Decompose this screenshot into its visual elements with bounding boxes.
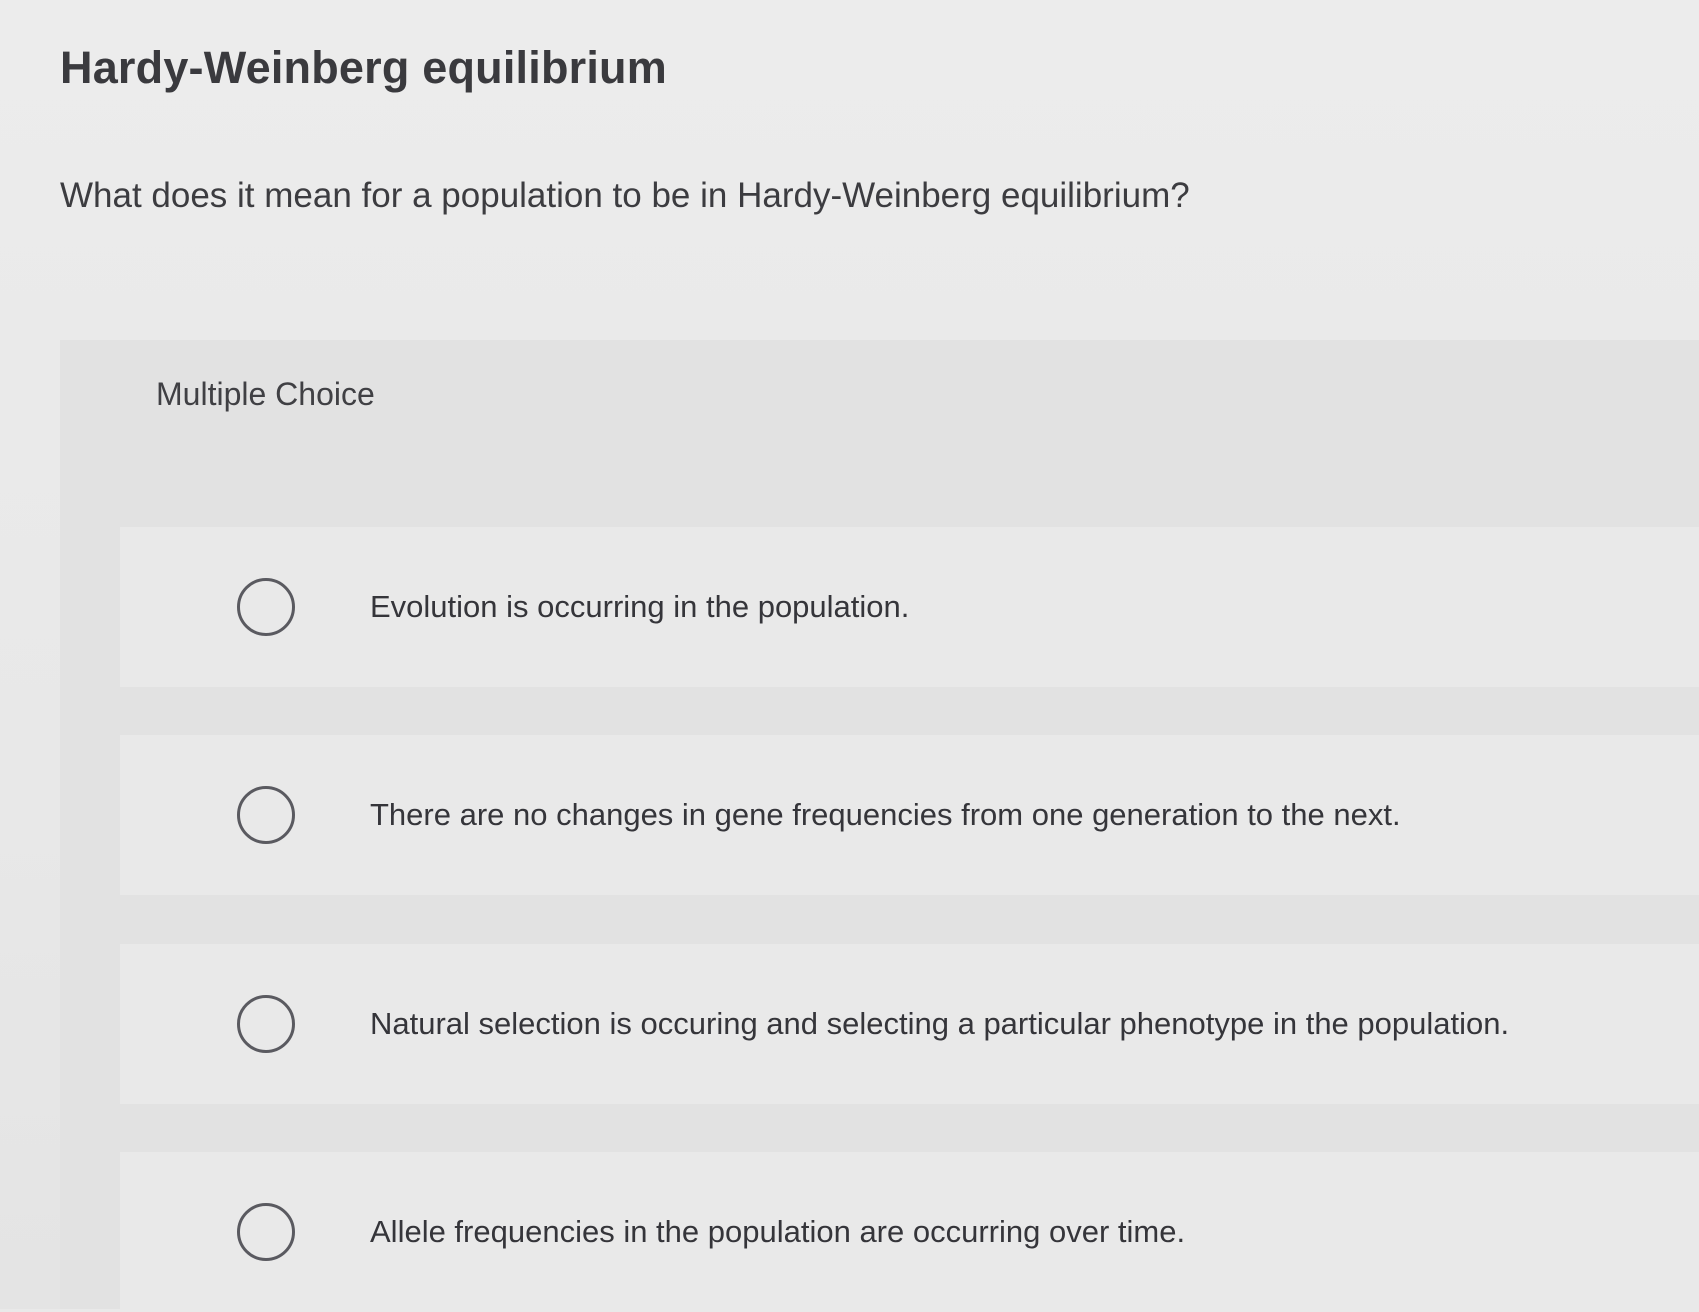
answer-option-3[interactable]: Natural selection is occuring and select… <box>120 944 1699 1104</box>
multiple-choice-panel: Multiple Choice Evolution is occurring i… <box>60 340 1699 1312</box>
answer-option-4[interactable]: Allele frequencies in the population are… <box>120 1152 1699 1312</box>
answer-option-2[interactable]: There are no changes in gene frequencies… <box>120 735 1699 895</box>
answer-option-text: Allele frequencies in the population are… <box>370 1214 1186 1249</box>
radio-button-icon[interactable] <box>237 786 295 844</box>
page-title: Hardy-Weinberg equilibrium <box>60 42 667 93</box>
radio-button-icon[interactable] <box>237 995 295 1053</box>
radio-button-icon[interactable] <box>237 1203 295 1261</box>
question-prompt: What does it mean for a population to be… <box>60 176 1190 215</box>
answer-option-text: Natural selection is occuring and select… <box>370 1006 1510 1041</box>
multiple-choice-label: Multiple Choice <box>156 376 375 412</box>
answer-option-text: Evolution is occurring in the population… <box>370 589 910 624</box>
answer-option-1[interactable]: Evolution is occurring in the population… <box>120 527 1699 687</box>
question-page: Hardy-Weinberg equilibrium What does it … <box>0 0 1699 1312</box>
radio-button-icon[interactable] <box>237 578 295 636</box>
answer-option-text: There are no changes in gene frequencies… <box>370 797 1401 832</box>
